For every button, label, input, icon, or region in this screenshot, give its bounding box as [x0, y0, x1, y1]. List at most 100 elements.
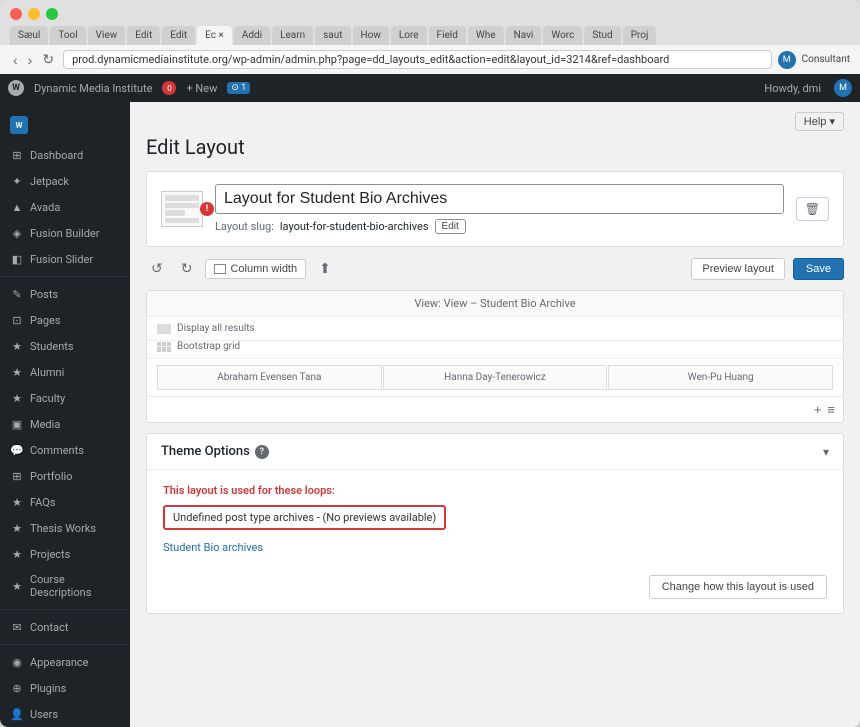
- preview-cell-1: Hanna Day-Tenerowicz: [383, 365, 608, 390]
- wp-logo-icon: W: [8, 80, 24, 96]
- info-dot: !: [200, 202, 214, 216]
- theme-options-header[interactable]: Theme Options ? ▾: [147, 434, 843, 469]
- sidebar-item-label: Students: [30, 340, 74, 353]
- browser-tab[interactable]: Stud: [584, 26, 620, 45]
- save-button[interactable]: Save: [793, 258, 844, 280]
- sidebar-item-plugins[interactable]: ⊕ Plugins: [0, 675, 130, 701]
- menu-button[interactable]: ≡: [827, 402, 835, 417]
- sidebar-item-label: FAQs: [30, 496, 56, 509]
- sidebar-item-dashboard[interactable]: ⊞ Dashboard: [0, 142, 130, 168]
- redo-button[interactable]: ↻: [176, 257, 198, 280]
- sidebar-item-faculty[interactable]: ★ Faculty: [0, 385, 130, 411]
- portfolio-icon: ⊞: [10, 469, 24, 483]
- alumni-icon: ★: [10, 365, 24, 379]
- theme-options-info-icon: ?: [255, 445, 269, 459]
- sidebar-item-alumni[interactable]: ★ Alumni: [0, 359, 130, 385]
- sidebar-item-portfolio[interactable]: ⊞ Portfolio: [0, 463, 130, 489]
- preview-header: View: View – Student Bio Archive: [147, 291, 843, 317]
- sidebar-logo: W: [0, 108, 130, 142]
- sidebar-item-projects[interactable]: ★ Projects: [0, 541, 130, 567]
- browser-tab-bar: Sæul Tool View Edit Edit Ec × Addi Learn…: [10, 26, 850, 45]
- browser-tab[interactable]: Addi: [234, 26, 270, 45]
- slug-label: Layout slug:: [215, 220, 274, 233]
- sidebar-item-media[interactable]: ▣ Media: [0, 411, 130, 437]
- browser-tab[interactable]: Proj: [623, 26, 657, 45]
- browser-tab[interactable]: View: [88, 26, 126, 45]
- main-content: Help ▾ Edit Layout ! Layout slug: layou: [130, 102, 860, 727]
- export-button[interactable]: ⬆: [314, 257, 336, 280]
- sidebar-item-jetpack[interactable]: ✦ Jetpack: [0, 168, 130, 194]
- browser-tab[interactable]: saut: [315, 26, 350, 45]
- close-button[interactable]: [10, 8, 22, 20]
- browser-tab[interactable]: Worc: [543, 26, 582, 45]
- undo-button[interactable]: ↺: [146, 257, 168, 280]
- browser-tab[interactable]: Navi: [506, 26, 542, 45]
- browser-tab[interactable]: Tool: [50, 26, 85, 45]
- sidebar-item-posts[interactable]: ✎ Posts: [0, 281, 130, 307]
- sidebar-item-label: Comments: [30, 444, 84, 457]
- sidebar-item-label: Avada: [30, 201, 60, 214]
- help-button[interactable]: Help ▾: [795, 112, 844, 131]
- change-layout-button[interactable]: Change how this layout is used: [649, 575, 827, 599]
- sidebar-item-contact[interactable]: ✉ Contact: [0, 614, 130, 640]
- layout-name-input[interactable]: [215, 184, 784, 214]
- user-avatar-badge: M: [834, 79, 852, 97]
- slug-edit-button[interactable]: Edit: [435, 219, 466, 234]
- column-width-button[interactable]: Column width: [205, 259, 306, 279]
- browser-tab[interactable]: Lore: [391, 26, 427, 45]
- sidebar-item-users[interactable]: 👤 Users: [0, 701, 130, 727]
- browser-tab-active[interactable]: Ec ×: [197, 26, 232, 45]
- sidebar-item-fusion-slider[interactable]: ◧ Fusion Slider: [0, 246, 130, 272]
- sidebar-item-students[interactable]: ★ Students: [0, 333, 130, 359]
- sidebar-item-label: Dashboard: [30, 149, 83, 162]
- display-all-label: Display all results: [177, 323, 255, 334]
- back-button[interactable]: ‹: [10, 51, 21, 68]
- preview-layout-button[interactable]: Preview layout: [691, 258, 785, 280]
- browser-tab[interactable]: How: [353, 26, 389, 45]
- sidebar-item-thesis-works[interactable]: ★ Thesis Works: [0, 515, 130, 541]
- thumb-row: [165, 218, 199, 224]
- student-bio-archives-link[interactable]: Student Bio archives: [163, 541, 263, 554]
- browser-tab[interactable]: Field: [429, 26, 466, 45]
- sidebar-item-faqs[interactable]: ★ FAQs: [0, 489, 130, 515]
- sidebar-item-comments[interactable]: 💬 Comments: [0, 437, 130, 463]
- refresh-button[interactable]: ↻: [39, 51, 57, 68]
- column-width-icon: [214, 264, 226, 274]
- forward-button[interactable]: ›: [25, 51, 36, 68]
- new-badge[interactable]: ⊙ 1: [227, 82, 250, 94]
- sidebar-item-label: Fusion Builder: [30, 227, 100, 240]
- slug-row: Layout slug: layout-for-student-bio-arch…: [215, 219, 784, 234]
- sidebar-item-label: Thesis Works: [30, 522, 96, 535]
- sidebar-item-label: Portfolio: [30, 470, 72, 483]
- comments-item[interactable]: 0: [162, 81, 176, 95]
- site-logo-icon: W: [10, 116, 28, 134]
- browser-tab[interactable]: Edit: [162, 26, 195, 45]
- comments-icon: 💬: [10, 443, 24, 457]
- sidebar-item-fusion-builder[interactable]: ◈ Fusion Builder: [0, 220, 130, 246]
- posts-icon: ✎: [10, 287, 24, 301]
- sidebar-item-label: Faculty: [30, 392, 65, 405]
- browser-tab[interactable]: Learn: [272, 26, 313, 45]
- plugins-icon: ⊕: [10, 681, 24, 695]
- minimize-button[interactable]: [28, 8, 40, 20]
- wp-logo-item[interactable]: W: [8, 80, 24, 96]
- sidebar-item-pages[interactable]: ⊡ Pages: [0, 307, 130, 333]
- sidebar-item-appearance[interactable]: ◉ Appearance: [0, 649, 130, 675]
- sidebar-item-avada[interactable]: ▲ Avada: [0, 194, 130, 220]
- browser-tab[interactable]: Sæul: [10, 26, 48, 45]
- browser-tab[interactable]: Whe: [468, 26, 504, 45]
- thumb-row: [165, 210, 185, 216]
- howdy-text: Howdy, dmi: [764, 82, 821, 95]
- add-row-button[interactable]: +: [814, 402, 822, 417]
- sidebar-item-label: Contact: [30, 621, 68, 634]
- thumb-row: [165, 203, 199, 209]
- address-bar[interactable]: prod.dynamicmediainstitute.org/wp-admin/…: [63, 50, 772, 69]
- thesis-icon: ★: [10, 521, 24, 535]
- browser-tab[interactable]: Edit: [127, 26, 160, 45]
- new-item[interactable]: + New: [186, 82, 217, 95]
- site-name-item[interactable]: Dynamic Media Institute: [34, 82, 152, 95]
- maximize-button[interactable]: [46, 8, 58, 20]
- dashboard-icon: ⊞: [10, 148, 24, 162]
- delete-button[interactable]: 🗑: [796, 197, 829, 221]
- layout-preview-area: View: View – Student Bio Archive Display…: [146, 290, 844, 423]
